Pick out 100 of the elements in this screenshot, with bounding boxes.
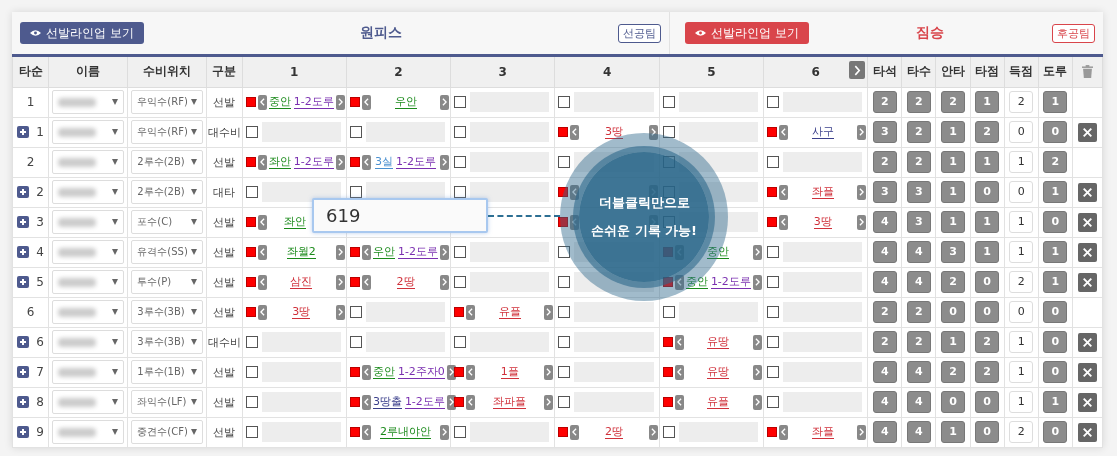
stat-badge[interactable]: 2 bbox=[872, 301, 897, 323]
checkbox[interactable] bbox=[454, 96, 467, 108]
next-arrow-button[interactable] bbox=[440, 274, 450, 290]
result-link[interactable]: 1-2주자0 bbox=[397, 365, 445, 379]
stat-badge[interactable]: 2 bbox=[941, 271, 965, 293]
checkbox[interactable] bbox=[558, 396, 571, 408]
checkbox[interactable] bbox=[245, 186, 258, 198]
checkbox[interactable] bbox=[558, 366, 571, 378]
stat-badge[interactable]: 4 bbox=[906, 361, 931, 383]
next-arrow-button[interactable] bbox=[335, 94, 345, 110]
close-icon[interactable] bbox=[1077, 182, 1097, 202]
checkbox[interactable] bbox=[662, 306, 675, 318]
stat-badge[interactable]: 0 bbox=[941, 391, 965, 413]
result-link[interactable]: 사구 bbox=[811, 125, 834, 139]
stat-badge[interactable]: 4 bbox=[872, 271, 897, 293]
stat-badge[interactable]: 1 bbox=[941, 181, 965, 203]
next-arrow-button[interactable] bbox=[544, 304, 554, 320]
record-marker[interactable] bbox=[245, 97, 256, 107]
stat-badge[interactable]: 2 bbox=[941, 361, 965, 383]
stat-badge[interactable]: 1 bbox=[975, 241, 1000, 263]
next-arrow-button[interactable] bbox=[440, 94, 450, 110]
record-marker[interactable] bbox=[245, 157, 256, 167]
plus-icon[interactable] bbox=[17, 126, 30, 138]
close-icon[interactable] bbox=[1077, 362, 1097, 382]
prev-arrow-button[interactable] bbox=[570, 214, 580, 230]
stat-field[interactable]: 0 bbox=[1009, 301, 1034, 323]
position-select[interactable]: 포수(C) bbox=[131, 210, 203, 234]
checkbox[interactable] bbox=[349, 336, 362, 348]
checkbox[interactable] bbox=[767, 96, 779, 108]
checkbox[interactable] bbox=[349, 126, 362, 138]
stat-field[interactable]: 1 bbox=[1009, 391, 1034, 413]
close-icon[interactable] bbox=[1077, 422, 1097, 442]
position-select[interactable]: 2루수(2B) bbox=[131, 180, 203, 204]
result-link[interactable]: 좌플 bbox=[811, 425, 834, 439]
next-arrow-button[interactable] bbox=[440, 244, 450, 260]
stat-badge[interactable]: 0 bbox=[1043, 421, 1068, 443]
stat-badge[interactable]: 0 bbox=[1043, 361, 1068, 383]
lineup-button[interactable]: 선발라인업 보기 bbox=[20, 22, 144, 44]
record-marker[interactable] bbox=[767, 127, 777, 137]
stat-field[interactable]: 1 bbox=[1009, 211, 1034, 233]
stat-badge[interactable]: 1 bbox=[941, 331, 965, 353]
checkbox[interactable] bbox=[245, 336, 258, 348]
checkbox[interactable] bbox=[454, 246, 467, 258]
stat-field[interactable]: 1 bbox=[1009, 361, 1034, 383]
stat-badge[interactable]: 2 bbox=[872, 331, 897, 353]
result-link[interactable]: 우안 bbox=[373, 245, 396, 259]
stat-badge[interactable]: 4 bbox=[872, 211, 897, 233]
checkbox[interactable] bbox=[767, 276, 779, 288]
record-marker[interactable] bbox=[767, 427, 777, 437]
record-marker[interactable] bbox=[454, 307, 465, 317]
record-marker[interactable] bbox=[558, 217, 569, 227]
stat-badge[interactable]: 2 bbox=[906, 331, 931, 353]
stat-badge[interactable]: 1 bbox=[941, 121, 965, 143]
result-link[interactable]: 유플 bbox=[498, 305, 521, 319]
stat-badge[interactable]: 0 bbox=[941, 301, 965, 323]
record-marker[interactable] bbox=[245, 277, 256, 287]
checkbox[interactable] bbox=[349, 306, 362, 318]
result-link[interactable]: 중안 bbox=[268, 95, 291, 109]
result-link[interactable]: 3땅 bbox=[292, 305, 311, 319]
checkbox[interactable] bbox=[349, 186, 362, 198]
prev-arrow-button[interactable] bbox=[257, 244, 267, 260]
stat-badge[interactable]: 0 bbox=[1043, 211, 1068, 233]
stat-badge[interactable]: 2 bbox=[872, 91, 897, 113]
result-link[interactable]: 좌플 bbox=[811, 185, 834, 199]
stat-badge[interactable]: 3 bbox=[872, 181, 897, 203]
stat-badge[interactable]: 0 bbox=[975, 181, 1000, 203]
prev-arrow-button[interactable] bbox=[674, 394, 684, 410]
result-link[interactable]: 좌월2 bbox=[286, 245, 316, 259]
stat-field[interactable]: 1 bbox=[1009, 151, 1034, 173]
stat-badge[interactable]: 0 bbox=[975, 421, 1000, 443]
stat-badge[interactable]: 2 bbox=[906, 121, 931, 143]
record-marker[interactable] bbox=[349, 367, 360, 377]
stat-badge[interactable]: 2 bbox=[906, 301, 931, 323]
next-inning-button[interactable] bbox=[849, 61, 866, 79]
checkbox[interactable] bbox=[245, 426, 258, 438]
result-link[interactable]: 1-2도루 bbox=[396, 155, 436, 169]
position-select[interactable]: 우익수(RF) bbox=[131, 120, 203, 144]
next-arrow-button[interactable] bbox=[446, 394, 456, 410]
checkbox[interactable] bbox=[245, 126, 258, 138]
record-marker[interactable] bbox=[558, 127, 569, 137]
plus-icon[interactable] bbox=[17, 216, 30, 228]
stat-badge[interactable]: 4 bbox=[872, 361, 897, 383]
stat-badge[interactable]: 0 bbox=[975, 301, 1000, 323]
prev-arrow-button[interactable] bbox=[257, 304, 267, 320]
checkbox[interactable] bbox=[662, 96, 675, 108]
stat-badge[interactable]: 0 bbox=[975, 271, 1000, 293]
result-link[interactable]: 1-2도루 bbox=[293, 95, 334, 109]
result-link[interactable]: 좌안 bbox=[268, 155, 291, 169]
stat-field[interactable]: 1 bbox=[1009, 331, 1034, 353]
stat-field[interactable]: 2 bbox=[1009, 421, 1034, 443]
record-marker[interactable] bbox=[558, 187, 569, 197]
stat-badge[interactable]: 1 bbox=[975, 211, 1000, 233]
close-icon[interactable] bbox=[1077, 242, 1097, 262]
result-link[interactable]: 삼진 bbox=[290, 275, 313, 289]
stat-badge[interactable]: 2 bbox=[1043, 151, 1068, 173]
stat-badge[interactable]: 0 bbox=[975, 391, 1000, 413]
prev-arrow-button[interactable] bbox=[257, 274, 267, 290]
prev-arrow-button[interactable] bbox=[570, 184, 580, 200]
position-select[interactable]: 3루수(3B) bbox=[131, 330, 203, 354]
result-link[interactable]: 우안 bbox=[394, 95, 417, 109]
